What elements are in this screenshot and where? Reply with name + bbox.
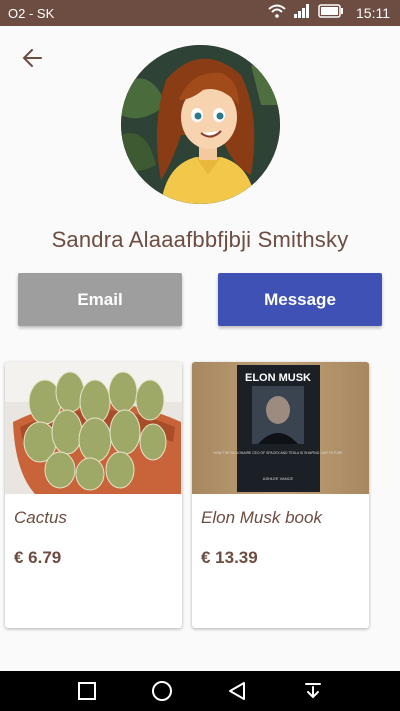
- carrier-name: O2 - SK: [8, 6, 55, 21]
- pull-down-icon: [305, 683, 321, 699]
- nav-back-button[interactable]: [224, 679, 250, 703]
- clock: 15:11: [356, 4, 390, 21]
- message-button[interactable]: Message: [218, 273, 382, 326]
- back-button[interactable]: [16, 42, 48, 74]
- item-card-cactus[interactable]: Cactus € 6.79: [5, 362, 182, 628]
- wifi-icon: [268, 4, 286, 21]
- avatar: [121, 45, 280, 204]
- item-price: € 13.39: [201, 548, 258, 567]
- book-author-text: ASHLEE VANCE: [263, 476, 294, 481]
- signal-icon: [294, 4, 310, 21]
- book-image: ELON MUSK HOW THE BILLIONAIRE CEO OF SPA…: [192, 362, 369, 494]
- book-subtitle-text: HOW THE BILLIONAIRE CEO OF SPACEX AND TE…: [213, 451, 343, 455]
- cactus-image: [5, 362, 182, 494]
- circle-icon: [152, 681, 172, 701]
- status-icons: 15:11: [268, 4, 390, 21]
- home-button[interactable]: [149, 679, 175, 703]
- profile-name: Sandra Alaaafbbfjbji Smithsky: [51, 227, 349, 252]
- recent-apps-button[interactable]: [74, 679, 100, 703]
- arrow-back-icon: [22, 49, 42, 67]
- book-title-text: ELON MUSK: [245, 372, 311, 384]
- square-icon: [78, 682, 96, 700]
- item-card-book[interactable]: ELON MUSK HOW THE BILLIONAIRE CEO OF SPA…: [192, 362, 369, 628]
- system-nav-bar: [0, 671, 400, 711]
- item-title: Cactus: [14, 508, 67, 527]
- triangle-back-icon: [229, 682, 245, 700]
- item-price: € 6.79: [14, 548, 62, 567]
- notifications-pull-button[interactable]: [300, 679, 326, 703]
- battery-icon: [318, 4, 344, 21]
- status-bar: O2 - SK 15:11: [0, 0, 400, 26]
- email-button[interactable]: Email: [18, 273, 182, 326]
- item-title: Elon Musk book: [201, 508, 322, 527]
